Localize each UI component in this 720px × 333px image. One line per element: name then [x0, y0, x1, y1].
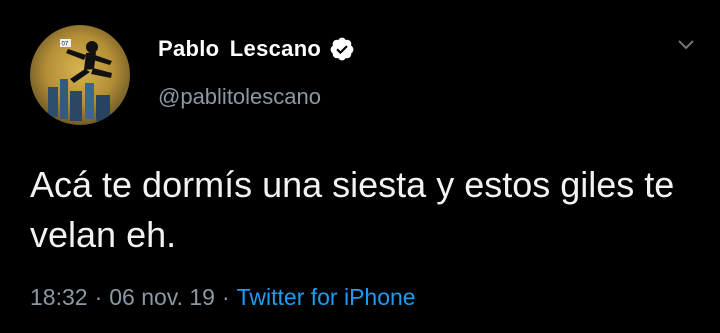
tweet-date[interactable]: 06 nov. 19	[109, 284, 215, 311]
tweet-source-link[interactable]: Twitter for iPhone	[237, 284, 416, 311]
tweet-time[interactable]: 18:32	[30, 284, 88, 311]
name-row: Pablo Lescano	[158, 33, 355, 65]
meta-separator: ·	[94, 284, 103, 310]
avatar-badge-text: 07	[62, 42, 69, 48]
avatar-image: 07	[48, 39, 112, 121]
tweet-card: 07 Pablo Lescano @pablitolescano Acá te …	[0, 0, 720, 333]
tweet-text: Acá te dormís una siesta y estos giles t…	[30, 164, 675, 255]
tweet-meta: 18:32 · 06 nov. 19 · Twitter for iPhone	[30, 284, 416, 311]
display-name[interactable]: Pablo Lescano	[158, 36, 321, 62]
chevron-down-icon[interactable]	[676, 38, 696, 52]
meta-separator: ·	[221, 284, 230, 310]
user-handle[interactable]: @pablitolescano	[158, 84, 321, 110]
avatar[interactable]: 07	[30, 25, 130, 125]
verified-badge-icon	[329, 36, 355, 62]
